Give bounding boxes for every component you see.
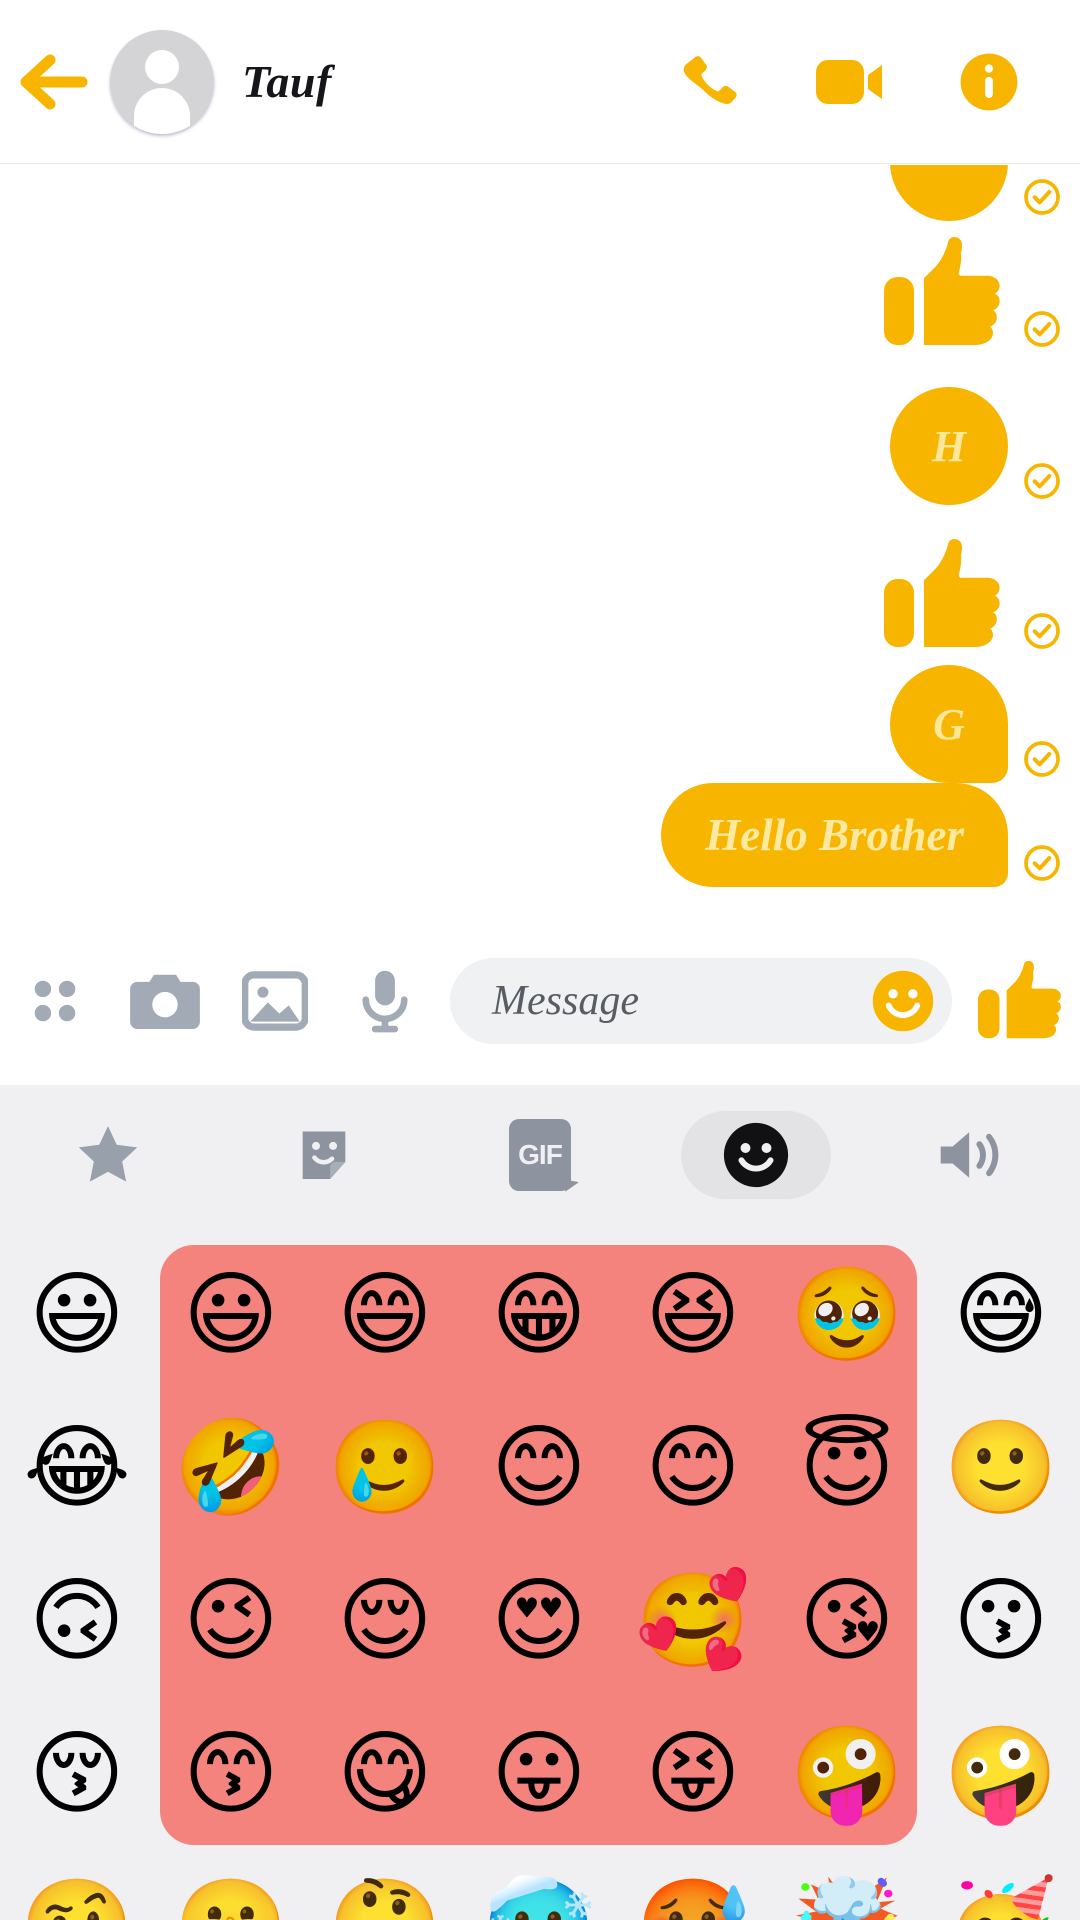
thumbs-up-icon xyxy=(884,237,1000,345)
thumbs-up-icon xyxy=(978,960,1061,1039)
message-bubble[interactable]: G xyxy=(890,665,1008,783)
message-bubble-hello-brother[interactable]: Hello Brother xyxy=(0,783,1080,887)
more-apps-button[interactable] xyxy=(0,972,110,1030)
composer-bar: Message xyxy=(0,955,1080,1047)
emoji-cell[interactable]: 🥰 xyxy=(633,1561,753,1681)
emoji-cell[interactable]: 😃 xyxy=(171,1255,291,1375)
contact-name[interactable]: Tauf xyxy=(242,55,332,108)
message-bubble-g[interactable]: G xyxy=(0,665,1080,783)
emoji-cell[interactable]: 🤨 xyxy=(17,1867,137,1920)
avatar-head-shape xyxy=(145,49,179,84)
emoji-cell[interactable]: 😋 xyxy=(325,1714,445,1834)
messenger-chat-screen: Tauf H G Hello Brother Message GIF 😃 😃 😄… xyxy=(0,0,1080,1920)
emoji-cell[interactable]: 😙 xyxy=(171,1714,291,1834)
emoji-cell[interactable]: 😂 xyxy=(17,1408,137,1528)
info-circle-icon xyxy=(960,53,1018,110)
voice-call-button[interactable] xyxy=(678,50,742,114)
emoji-cell[interactable]: 😌 xyxy=(325,1561,445,1681)
emoji-cell[interactable]: 🥶 xyxy=(479,1867,599,1920)
message-bubble[interactable]: Hello Brother xyxy=(661,783,1008,887)
tab-favorites[interactable] xyxy=(0,1085,216,1225)
message-thumbs-up-1[interactable] xyxy=(0,233,1080,353)
gif-icon: GIF xyxy=(509,1119,571,1191)
emoji-cell[interactable]: 🥹 xyxy=(787,1255,907,1375)
message-bubble[interactable] xyxy=(890,165,1008,221)
camera-icon xyxy=(130,974,200,1029)
avatar[interactable] xyxy=(110,29,214,134)
message-thread[interactable]: H G Hello Brother xyxy=(0,165,1080,1085)
emoji-cell[interactable]: 🤣 xyxy=(171,1408,291,1528)
message-input[interactable]: Message xyxy=(450,958,952,1044)
emoji-cell[interactable]: 🤪 xyxy=(787,1714,907,1834)
emoji-cell[interactable]: 🤪 xyxy=(941,1714,1061,1834)
sticker-face-icon xyxy=(292,1122,356,1188)
emoji-cell[interactable]: 🙃 xyxy=(17,1561,137,1681)
emoji-cell[interactable]: 😅 xyxy=(941,1255,1061,1375)
message-partial-top[interactable] xyxy=(0,165,1080,221)
camera-button[interactable] xyxy=(110,970,220,1032)
message-input-placeholder: Message xyxy=(492,978,639,1024)
tab-sounds[interactable] xyxy=(864,1085,1080,1225)
check-circle-delivered-icon xyxy=(1024,179,1060,215)
emoji-cell[interactable]: 😇 xyxy=(787,1408,907,1528)
emoji-cell[interactable]: 🥳 xyxy=(941,1867,1061,1920)
panel-tab-bar: GIF xyxy=(0,1085,1080,1225)
four-dots-grid-icon xyxy=(34,980,76,1022)
check-circle-delivered-icon xyxy=(1024,463,1060,499)
emoji-cell[interactable]: 😘 xyxy=(787,1561,907,1681)
back-arrow-icon xyxy=(20,54,88,109)
emoji-cell[interactable]: 🙂 xyxy=(941,1408,1061,1528)
check-circle-delivered-icon xyxy=(1024,311,1060,347)
avatar-body-shape xyxy=(134,87,190,134)
tab-gif[interactable]: GIF xyxy=(432,1085,648,1225)
tab-emoji[interactable] xyxy=(648,1085,864,1225)
emoji-cell[interactable]: 😛 xyxy=(479,1714,599,1834)
emoji-cell[interactable]: 😁 xyxy=(479,1255,599,1375)
emoji-cell[interactable]: 🥵 xyxy=(633,1867,753,1920)
message-bubble[interactable]: H xyxy=(890,387,1008,505)
microphone-icon xyxy=(362,970,408,1033)
voice-record-button[interactable] xyxy=(330,968,440,1034)
star-icon xyxy=(73,1121,143,1189)
video-call-button[interactable] xyxy=(814,54,886,110)
thumbs-up-sticker[interactable] xyxy=(880,233,1008,353)
phone-icon xyxy=(683,55,737,104)
chat-header: Tauf xyxy=(0,0,1080,164)
emoji-cell[interactable]: 😃 xyxy=(17,1255,137,1375)
emoji-cell[interactable]: 🤔 xyxy=(325,1867,445,1920)
header-actions xyxy=(678,50,1080,114)
message-thumbs-up-2[interactable] xyxy=(0,535,1080,655)
emoji-cell[interactable]: 😊 xyxy=(633,1408,753,1528)
image-icon xyxy=(242,971,308,1031)
emoji-cell[interactable]: 😉 xyxy=(171,1561,291,1681)
emoji-cell[interactable]: 🥲 xyxy=(325,1408,445,1528)
emoji-cell[interactable]: 😍 xyxy=(479,1561,599,1681)
emoji-cell[interactable]: 😄 xyxy=(325,1255,445,1375)
back-button[interactable] xyxy=(0,0,110,164)
speaker-volume-icon xyxy=(935,1122,1009,1188)
like-button[interactable] xyxy=(962,958,1080,1044)
emoji-cell[interactable]: 😝 xyxy=(633,1714,753,1834)
check-circle-delivered-icon xyxy=(1024,845,1060,881)
check-circle-delivered-icon xyxy=(1024,741,1060,777)
video-camera-icon xyxy=(816,59,882,104)
gif-label: GIF xyxy=(509,1119,571,1191)
tab-stickers[interactable] xyxy=(216,1085,432,1225)
smiley-face-icon xyxy=(721,1120,791,1190)
emoji-cell[interactable]: 😊 xyxy=(479,1408,599,1528)
conversation-info-button[interactable] xyxy=(958,51,1020,113)
emoji-picker-button[interactable] xyxy=(870,968,936,1034)
emoji-cell[interactable]: 🤯 xyxy=(787,1867,907,1920)
thumbs-up-sticker[interactable] xyxy=(880,535,1008,655)
message-bubble-h[interactable]: H xyxy=(0,387,1080,505)
emoji-cell[interactable]: 🤫 xyxy=(171,1867,291,1920)
thumbs-up-icon xyxy=(884,539,1000,647)
check-circle-delivered-icon xyxy=(1024,613,1060,649)
emoji-cell[interactable]: 😚 xyxy=(17,1714,137,1834)
gallery-button[interactable] xyxy=(220,970,330,1032)
emoji-cell[interactable]: 😆 xyxy=(633,1255,753,1375)
emoji-cell[interactable]: 😗 xyxy=(941,1561,1061,1681)
